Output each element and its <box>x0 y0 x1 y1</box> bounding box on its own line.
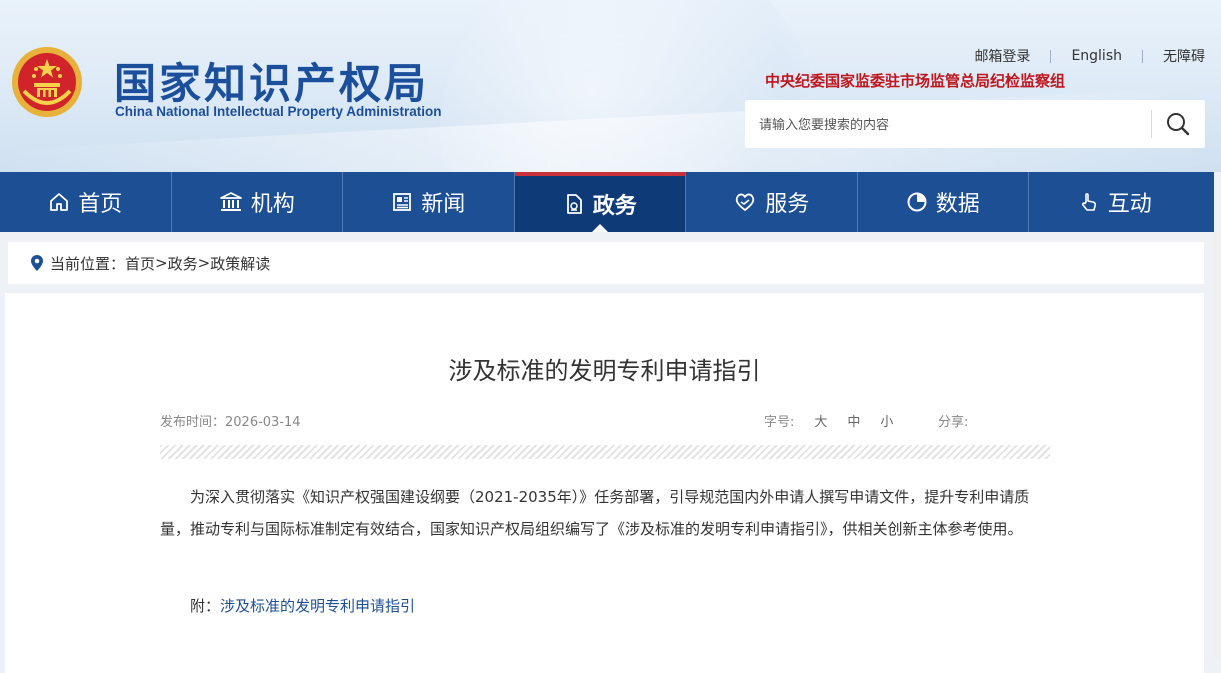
font-size-small[interactable]: 小 <box>880 411 893 430</box>
nav-label: 首页 <box>78 192 123 217</box>
article-paragraph: 为深入贯彻落实《知识产权强国建设纲要（2021-2035年）》任务部署，引导规范… <box>160 488 1030 538</box>
nav-item-institution[interactable]: 机构 <box>172 172 343 232</box>
breadcrumb-home[interactable]: 首页 <box>125 253 155 274</box>
search-input[interactable] <box>757 112 1141 138</box>
accessibility-link[interactable]: 无障碍 <box>1143 46 1205 66</box>
nav-label: 政务 <box>592 194 637 219</box>
nav-item-data[interactable]: 数据 <box>858 172 1029 232</box>
nav-edge <box>1214 172 1221 232</box>
english-link[interactable]: English <box>1051 48 1142 64</box>
location-pin-icon <box>31 255 43 271</box>
nav-label: 新闻 <box>421 192 466 217</box>
institution-icon <box>219 192 242 211</box>
nav-label: 互动 <box>1107 192 1152 217</box>
article-title: 涉及标准的发明专利申请指引 <box>448 357 761 385</box>
supervision-link[interactable]: 中央纪委国家监委驻市场监管总局纪检监察组 <box>765 70 1065 91</box>
main-nav: 首页 机构 新闻 政务 服务 数据 互动 <box>0 172 1214 232</box>
home-icon <box>50 193 69 211</box>
breadcrumb-policy-interpretation[interactable]: 政策解读 <box>210 253 270 274</box>
hand-pointer-icon <box>1081 193 1096 211</box>
nav-item-government-affairs[interactable]: 政务 <box>514 172 686 232</box>
font-size-medium[interactable]: 中 <box>847 411 860 430</box>
national-emblem-icon[interactable] <box>10 45 84 119</box>
nav-item-interaction[interactable]: 互动 <box>1029 172 1201 232</box>
service-heart-icon <box>736 193 755 211</box>
mail-login-link[interactable]: 邮箱登录 <box>954 46 1050 66</box>
site-header: 国家知识产权局 China National Intellectual Prop… <box>0 0 1221 172</box>
breadcrumb-prefix: 当前位置： <box>50 254 126 273</box>
attachment-prefix: 附： <box>190 597 221 615</box>
font-size-large[interactable]: 大 <box>814 411 827 430</box>
hatched-divider <box>160 445 1050 459</box>
attachment-link[interactable]: 涉及标准的发明专利申请指引 <box>220 597 415 615</box>
nav-item-news[interactable]: 新闻 <box>343 172 515 232</box>
publish-date: 发布时间：2026-03-14 <box>160 415 301 430</box>
nav-label: 数据 <box>935 192 980 217</box>
site-logo-en[interactable]: China National Intellectual Property Adm… <box>115 104 442 119</box>
site-logo-cn[interactable]: 国家知识产权局 <box>114 50 429 111</box>
government-affairs-icon <box>566 194 582 214</box>
pie-chart-icon <box>907 192 927 212</box>
breadcrumb-separator: > <box>155 254 168 272</box>
page-scrollbar[interactable] <box>1214 232 1221 659</box>
article-meta: 发布时间：2026-03-14 字号: 大 中 小 分享: <box>160 411 1050 431</box>
attachment: 附：涉及标准的发明专利申请指引 <box>190 595 415 616</box>
search-icon[interactable] <box>1163 110 1193 138</box>
top-links: 邮箱登录 English 无障碍 <box>954 46 1205 66</box>
font-size-controls: 字号: 大 中 小 <box>764 411 893 430</box>
nav-item-home[interactable]: 首页 <box>0 172 172 232</box>
font-size-label: 字号: <box>764 415 795 430</box>
search-box <box>745 100 1205 148</box>
news-icon <box>393 193 412 211</box>
nav-label: 机构 <box>250 192 295 217</box>
nav-label: 服务 <box>765 192 810 217</box>
search-divider <box>1151 110 1152 138</box>
breadcrumb-separator: > <box>197 254 211 272</box>
breadcrumb-government-affairs[interactable]: 政务 <box>168 253 198 274</box>
article-card: 涉及标准的发明专利申请指引 发布时间：2026-03-14 字号: 大 中 小 … <box>5 293 1204 673</box>
nav-item-service[interactable]: 服务 <box>686 172 858 232</box>
breadcrumb: 当前位置： 首页 > 政务 > 政策解读 <box>8 242 1204 284</box>
share-label: 分享: <box>938 415 969 430</box>
